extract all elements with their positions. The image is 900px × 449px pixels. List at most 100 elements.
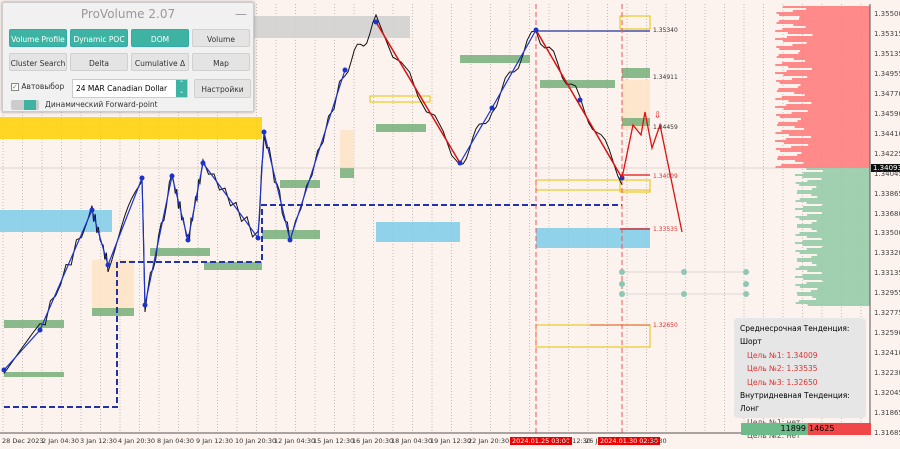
dom-button[interactable]: DOM bbox=[131, 29, 189, 47]
date-tick: 28 Dec 2023 bbox=[2, 437, 44, 445]
volume-profile-bar bbox=[816, 220, 870, 222]
minimize-button[interactable]: — bbox=[235, 3, 247, 25]
volume-profile-bar bbox=[799, 16, 870, 18]
volume-profile-bar bbox=[779, 14, 870, 16]
zigzag-point bbox=[139, 175, 145, 181]
volume-profile-bar bbox=[796, 192, 870, 194]
cluster-search-button[interactable]: Cluster Search bbox=[9, 53, 67, 71]
forward-point-toggle[interactable] bbox=[11, 100, 39, 110]
volume-button[interactable]: Volume bbox=[192, 29, 250, 47]
mid-trend: Среднесрочная Тенденция: Шорт bbox=[740, 324, 850, 347]
volume-profile-bar bbox=[783, 40, 870, 42]
volume-profile-bar bbox=[792, 10, 870, 12]
volume-profile-bar bbox=[785, 138, 870, 140]
volume-profile-bar bbox=[799, 50, 870, 52]
date-tick: 3 Jan 12:30 bbox=[80, 437, 118, 445]
settings-button[interactable]: Настройки bbox=[194, 79, 251, 98]
zone bbox=[250, 16, 410, 38]
volume-profile-bar bbox=[797, 120, 870, 122]
map-button[interactable]: Map bbox=[192, 53, 250, 71]
volume-profile-bar bbox=[781, 96, 870, 98]
volume-profile-bar bbox=[812, 296, 870, 298]
zigzag-point bbox=[185, 237, 191, 243]
volume-profile-bar bbox=[806, 236, 870, 238]
zigzag-point bbox=[255, 235, 261, 241]
volume-profile-bar bbox=[797, 294, 870, 296]
mid-target: Цель №1: 1.34009 bbox=[747, 350, 818, 360]
volume-profile-bar bbox=[806, 42, 870, 44]
volume-profile-button[interactable]: Volume Profile bbox=[9, 29, 67, 47]
cumulative-delta-button[interactable]: Cumulative Δ bbox=[131, 53, 189, 71]
volume-profile-bar bbox=[807, 214, 870, 216]
panel-title[interactable]: ProVolume 2.07 — bbox=[3, 3, 253, 25]
zone bbox=[92, 260, 134, 310]
volume-profile-bar bbox=[803, 278, 870, 280]
volume-profile-bar bbox=[799, 18, 870, 20]
price-tick: 1.32230 bbox=[874, 369, 900, 378]
date-tick: 10 Jan 20:30 bbox=[235, 437, 277, 445]
volume-profile-bar bbox=[791, 78, 870, 80]
volume-profile-bar bbox=[797, 260, 870, 262]
dynamic-poc-button[interactable]: Dynamic POC bbox=[70, 29, 128, 47]
level-box bbox=[535, 324, 651, 348]
volume-profile-bar bbox=[798, 52, 870, 54]
volume-profile-bar bbox=[810, 136, 870, 138]
volume-profile-bar bbox=[788, 100, 870, 102]
spinner-arrows-icon[interactable]: ⌃ ⌄ bbox=[176, 80, 187, 97]
volume-profile-bar bbox=[779, 48, 870, 50]
zigzag-point bbox=[533, 27, 539, 33]
volume-profile-bar bbox=[795, 174, 870, 176]
volume-profile-bar bbox=[795, 182, 870, 184]
volume-profile-bar bbox=[821, 178, 870, 180]
volume-profile-bar bbox=[801, 152, 870, 154]
volume-profile-bar bbox=[810, 290, 870, 292]
volume-profile-bar bbox=[822, 204, 870, 206]
volume-profile-bar bbox=[795, 284, 870, 286]
volume-profile-bar bbox=[812, 188, 870, 190]
price-tick: 1.35500 bbox=[874, 10, 900, 18]
volume-profile-bar bbox=[802, 240, 870, 242]
zigzag-point bbox=[287, 237, 293, 243]
volume-profile-bar bbox=[782, 62, 870, 64]
delta-button[interactable]: Delta bbox=[70, 53, 128, 71]
volume-zone bbox=[340, 168, 354, 178]
intraday-trend: Внутридневная Тенденция: Лонг bbox=[740, 391, 850, 414]
volume-profile-bar bbox=[795, 200, 870, 202]
volume-profile-bar bbox=[795, 302, 870, 304]
volume-zone bbox=[540, 80, 615, 88]
volume-profile-bar bbox=[795, 208, 870, 210]
volume-profile-bar bbox=[793, 24, 870, 26]
volume-profile-bar bbox=[799, 300, 870, 302]
volume-profile-bar bbox=[778, 122, 870, 124]
price-tick: 1.32955 bbox=[874, 289, 900, 298]
volume-profile-bar bbox=[803, 206, 870, 208]
volume-profile-bar bbox=[797, 154, 870, 156]
volume-profile-bar bbox=[775, 98, 870, 100]
price-tick: 1.32590 bbox=[874, 329, 900, 338]
volume-profile-bar bbox=[816, 298, 870, 300]
volume-profile-bar bbox=[798, 86, 870, 88]
volume-profile-bar bbox=[783, 74, 870, 76]
volume-profile-bar bbox=[788, 134, 870, 136]
price-tick: 1.33135 bbox=[874, 269, 900, 278]
instrument-value: 24 MAR Canadian Dollar bbox=[76, 84, 168, 93]
price-tick: 1.32410 bbox=[874, 349, 900, 358]
volume-profile-bar bbox=[776, 114, 870, 116]
zigzag-point bbox=[373, 19, 379, 25]
zone bbox=[536, 228, 650, 248]
volume-profile-bar bbox=[782, 6, 870, 8]
volume-profile-bar bbox=[795, 216, 870, 218]
volume-zone bbox=[204, 262, 262, 270]
volume-profile-bar bbox=[777, 124, 870, 126]
price-tick: 1.34770 bbox=[874, 89, 900, 98]
volume-profile-bar bbox=[804, 94, 870, 96]
volume-profile-bar bbox=[822, 238, 870, 240]
volume-profile-bar bbox=[817, 288, 870, 290]
level-label: 1.34459 bbox=[653, 124, 678, 131]
price-tick: 1.34045 bbox=[874, 169, 900, 178]
instrument-select[interactable]: 24 MAR Canadian Dollar ⌃ ⌄ bbox=[72, 79, 188, 98]
volume-profile-bar bbox=[795, 276, 870, 278]
volume-profile-bar bbox=[776, 12, 870, 14]
volume-profile-bar bbox=[775, 72, 870, 74]
autoselect-checkbox[interactable]: ✓ Автовыбор bbox=[11, 82, 64, 91]
